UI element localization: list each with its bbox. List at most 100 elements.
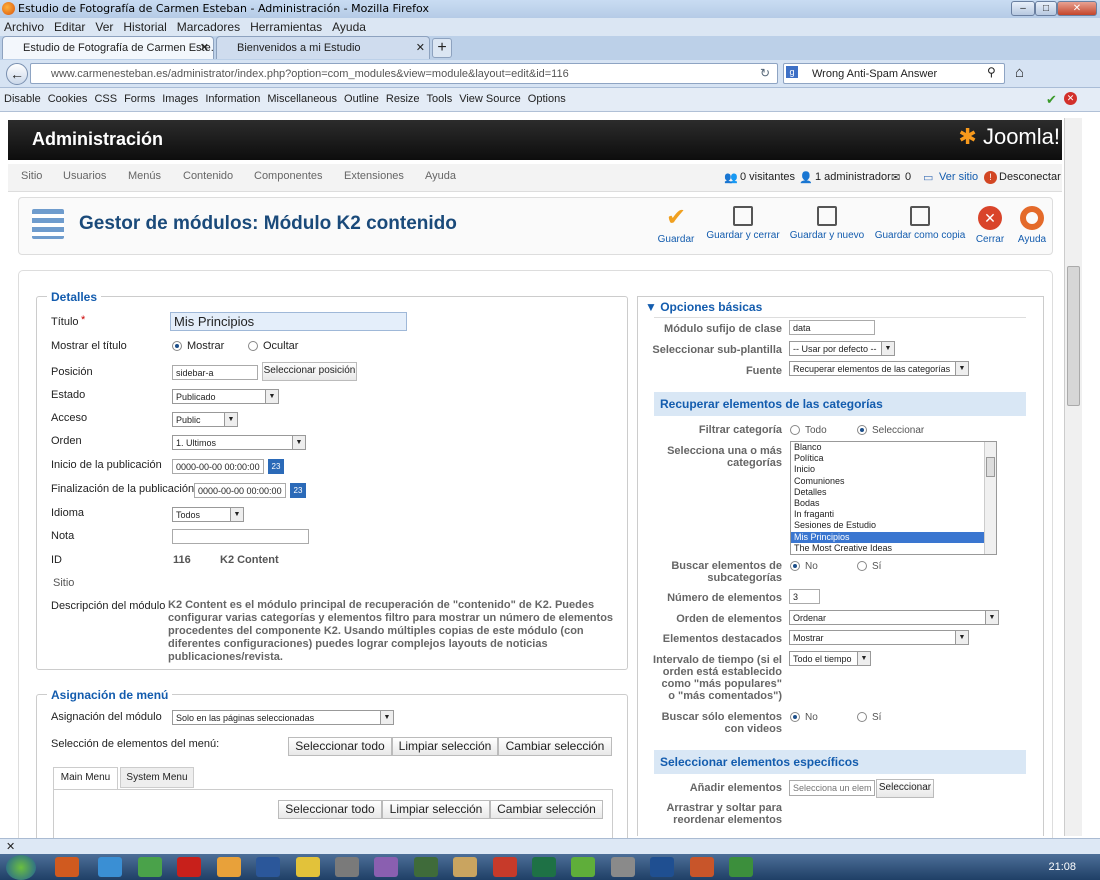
logout-link[interactable]: Desconectar: [999, 171, 1061, 183]
select-all-button[interactable]: Seleccionar todo: [288, 737, 392, 756]
admin-menu-ayuda[interactable]: Ayuda: [425, 170, 456, 182]
acceso-select[interactable]: Public ▼: [172, 412, 238, 427]
back-button[interactable]: ←: [6, 63, 28, 85]
menu-historial[interactable]: Historial: [123, 20, 166, 34]
category-option[interactable]: Detalles: [791, 487, 996, 498]
inicio-input[interactable]: 0000-00-00 00:00:00: [172, 459, 264, 474]
help-button[interactable]: Ayuda: [1014, 206, 1050, 245]
close-window-button[interactable]: ✕: [1057, 1, 1097, 16]
admin-menu-componentes[interactable]: Componentes: [254, 170, 323, 182]
anadir-input[interactable]: [789, 780, 875, 796]
category-option[interactable]: In fraganti: [791, 509, 996, 520]
taskbar-dreamweaver-icon[interactable]: [414, 857, 438, 877]
listbox-scrollbar[interactable]: [984, 442, 996, 554]
new-tab-button[interactable]: +: [432, 38, 452, 58]
select-position-button[interactable]: Seleccionar posición: [262, 362, 357, 381]
category-option[interactable]: Comuniones: [791, 476, 996, 487]
intervalo-select[interactable]: Todo el tiempo ▼: [789, 651, 871, 666]
search-icon[interactable]: ⚲: [987, 65, 996, 79]
nota-input[interactable]: [172, 529, 309, 544]
taskbar-app-icon[interactable]: [611, 857, 635, 877]
anadir-select-button[interactable]: Seleccionar: [876, 779, 934, 798]
toggle-selection-button-main[interactable]: Cambiar selección: [490, 800, 603, 819]
taskbar-firefox-icon[interactable]: [55, 857, 79, 877]
admin-menu-contenido[interactable]: Contenido: [183, 170, 233, 182]
tab-admin[interactable]: Estudio de Fotografía de Carmen Este... ✕: [2, 36, 214, 59]
numero-input[interactable]: 3: [789, 589, 820, 604]
category-option[interactable]: Sesiones de Estudio: [791, 520, 996, 531]
clear-selection-button-main[interactable]: Limpiar selección: [382, 800, 490, 819]
save-close-button[interactable]: Guardar y cerrar: [705, 206, 781, 241]
taskbar-word-icon[interactable]: [256, 857, 280, 877]
save-new-button[interactable]: Guardar y nuevo: [789, 206, 865, 241]
select-all-button-main[interactable]: Seleccionar todo: [278, 800, 382, 819]
search-engine-icon[interactable]: g: [786, 66, 798, 78]
basic-options-header[interactable]: ▼ Opciones básicas: [645, 300, 762, 314]
mostrar-radio[interactable]: [172, 341, 182, 351]
tab-main-menu[interactable]: Main Menu: [53, 767, 118, 789]
orden-elementos-select[interactable]: Ordenar ▼: [789, 610, 999, 625]
videos-no-radio[interactable]: [790, 712, 800, 722]
taskbar-excel-icon[interactable]: [532, 857, 556, 877]
start-button[interactable]: [6, 855, 36, 880]
orden-select[interactable]: 1. Ultimos ▼: [172, 435, 306, 450]
calendar-icon[interactable]: 23: [290, 483, 306, 498]
taskbar-app-icon[interactable]: [296, 857, 320, 877]
admin-menu-usuarios[interactable]: Usuarios: [63, 170, 106, 182]
categories-listbox[interactable]: Blanco Política Inicio Comuniones Detalles Bo…: [790, 441, 997, 555]
close-tab-icon[interactable]: ✕: [416, 41, 425, 54]
taskbar-app-icon[interactable]: [690, 857, 714, 877]
admin-menu-extensiones[interactable]: Extensiones: [344, 170, 404, 182]
menu-marcadores[interactable]: Marcadores: [177, 20, 240, 34]
view-site-link[interactable]: Ver sitio: [939, 171, 978, 183]
save-button[interactable]: ✔ Guardar: [656, 206, 696, 246]
toggle-selection-button[interactable]: Cambiar selección: [498, 737, 612, 756]
scrollbar-thumb[interactable]: [1067, 266, 1080, 406]
webdev-miscellaneous[interactable]: Miscellaneous: [267, 93, 337, 105]
taskbar-app-icon[interactable]: [571, 857, 595, 877]
webdev-outline[interactable]: Outline: [344, 93, 379, 105]
destacados-select[interactable]: Mostrar ▼: [789, 630, 969, 645]
menu-ayuda[interactable]: Ayuda: [332, 20, 366, 34]
tab-bienvenidos[interactable]: Bienvenidos a mi Estudio ✕: [216, 36, 430, 59]
home-icon[interactable]: ⌂: [1015, 64, 1024, 81]
webdev-images[interactable]: Images: [162, 93, 198, 105]
estado-select[interactable]: Publicado ▼: [172, 389, 279, 404]
webdev-options[interactable]: Options: [528, 93, 566, 105]
taskbar-chrome-icon[interactable]: [138, 857, 162, 877]
scrollbar[interactable]: [1064, 118, 1082, 836]
webdev-forms[interactable]: Forms: [124, 93, 155, 105]
sufijo-input[interactable]: data: [789, 320, 875, 335]
category-option[interactable]: The Most Creative Ideas: [791, 543, 996, 554]
admin-menu-menus[interactable]: Menús: [128, 170, 161, 182]
webdev-tools[interactable]: Tools: [427, 93, 453, 105]
category-option[interactable]: Política: [791, 453, 996, 464]
clear-selection-button[interactable]: Limpiar selección: [392, 737, 498, 756]
webdev-information[interactable]: Information: [205, 93, 260, 105]
subplantilla-select[interactable]: -- Usar por defecto -- ▼: [789, 341, 895, 356]
search-field[interactable]: Wrong Anti-Spam Answer: [783, 63, 1005, 84]
webdev-view-source[interactable]: View Source: [459, 93, 521, 105]
taskbar-explorer-icon[interactable]: [453, 857, 477, 877]
videos-si-radio[interactable]: [857, 712, 867, 722]
taskbar-ie-icon[interactable]: [98, 857, 122, 877]
url-bar[interactable]: www.carmenesteban.es/administrator/index…: [30, 63, 778, 84]
filtrar-todo-radio[interactable]: [790, 425, 800, 435]
listbox-scrollbar-thumb[interactable]: [986, 457, 995, 477]
webdev-disable[interactable]: Disable: [4, 93, 41, 105]
webdev-resize[interactable]: Resize: [386, 93, 420, 105]
taskbar-filezilla-icon[interactable]: [493, 857, 517, 877]
fin-input[interactable]: 0000-00-00 00:00:00: [194, 483, 286, 498]
close-findbar-icon[interactable]: ✕: [6, 840, 15, 853]
taskbar-media-icon[interactable]: [217, 857, 241, 877]
subcat-no-radio[interactable]: [790, 561, 800, 571]
taskbar-opera-icon[interactable]: [177, 857, 201, 877]
category-option[interactable]: Bodas: [791, 498, 996, 509]
subcat-si-radio[interactable]: [857, 561, 867, 571]
ocultar-radio[interactable]: [248, 341, 258, 351]
filtrar-seleccionar-radio[interactable]: [857, 425, 867, 435]
minimize-button[interactable]: –: [1011, 1, 1035, 16]
taskbar-photoshop-icon[interactable]: [650, 857, 674, 877]
menu-ver[interactable]: Ver: [95, 20, 113, 34]
maximize-button[interactable]: □: [1035, 1, 1057, 16]
